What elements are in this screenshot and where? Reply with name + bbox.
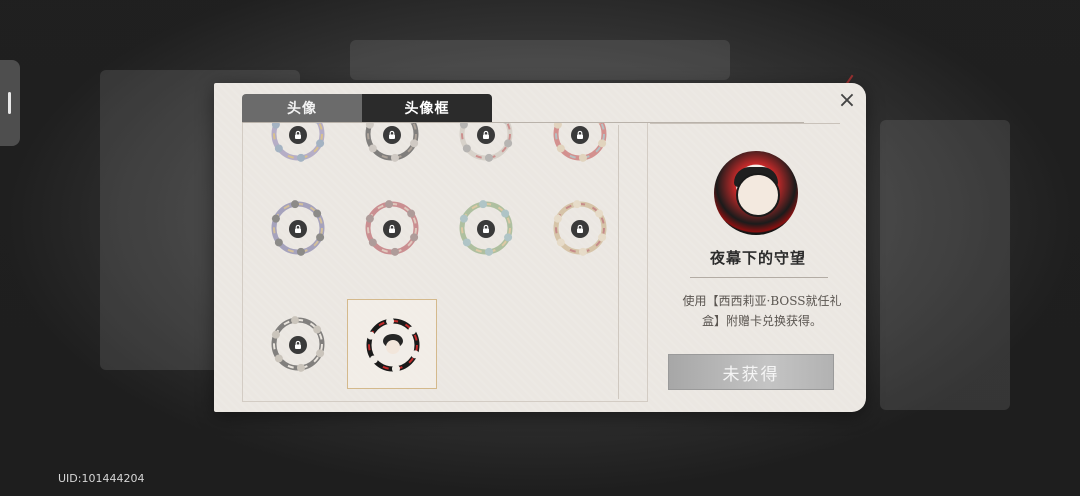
lock-icon [571,220,589,238]
side-drawer-handle[interactable] [0,60,20,146]
frame-grid[interactable] [242,123,648,402]
lock-icon [383,126,401,144]
frame-item[interactable] [347,183,437,273]
lock-icon [383,220,401,238]
background-card [350,40,730,80]
detail-top-line [650,123,840,124]
wreath-frame-icon [366,317,420,373]
frame-item[interactable] [441,123,531,179]
lock-icon [289,336,307,354]
frame-detail: 夜幕下的守望 使用【西西莉亚·BOSS就任礼盒】附赠卡兑换获得。 未获得 [650,123,866,412]
tab-bar: 头像 头像框 [242,94,492,122]
lock-icon [289,126,307,144]
frame-item[interactable] [347,123,437,179]
uid-label: UID:101444204 [58,472,145,485]
drawer-handle-bar [8,92,11,114]
lock-icon [289,220,307,238]
avatar-face [736,173,780,217]
frame-description: 使用【西西莉亚·BOSS就任礼盒】附赠卡兑换获得。 [682,294,842,328]
close-icon[interactable]: × [837,90,857,112]
frame-name: 夜幕下的守望 [709,249,806,267]
frame-item[interactable] [347,299,437,389]
frame-item[interactable] [253,299,343,389]
name-divider [690,277,828,278]
frame-item[interactable] [535,123,625,179]
frame-preview-avatar [714,151,798,235]
unobtained-button[interactable]: 未获得 [668,354,834,390]
frame-item[interactable] [253,183,343,273]
background-card [880,120,1010,410]
tab-avatar-frame[interactable]: 头像框 [362,94,492,122]
lock-icon [571,126,589,144]
frame-item[interactable] [253,123,343,179]
avatar-frame-panel: 头像 头像框 × 夜幕下的守望 使用【西西莉亚·BOSS就任礼盒】附赠卡兑换获得… [214,83,866,412]
frame-item[interactable] [441,183,531,273]
tab-avatar[interactable]: 头像 [242,94,362,122]
grid-scrollbar-track[interactable] [618,125,619,399]
lock-icon [477,126,495,144]
frame-item[interactable] [535,183,625,273]
lock-icon [477,220,495,238]
